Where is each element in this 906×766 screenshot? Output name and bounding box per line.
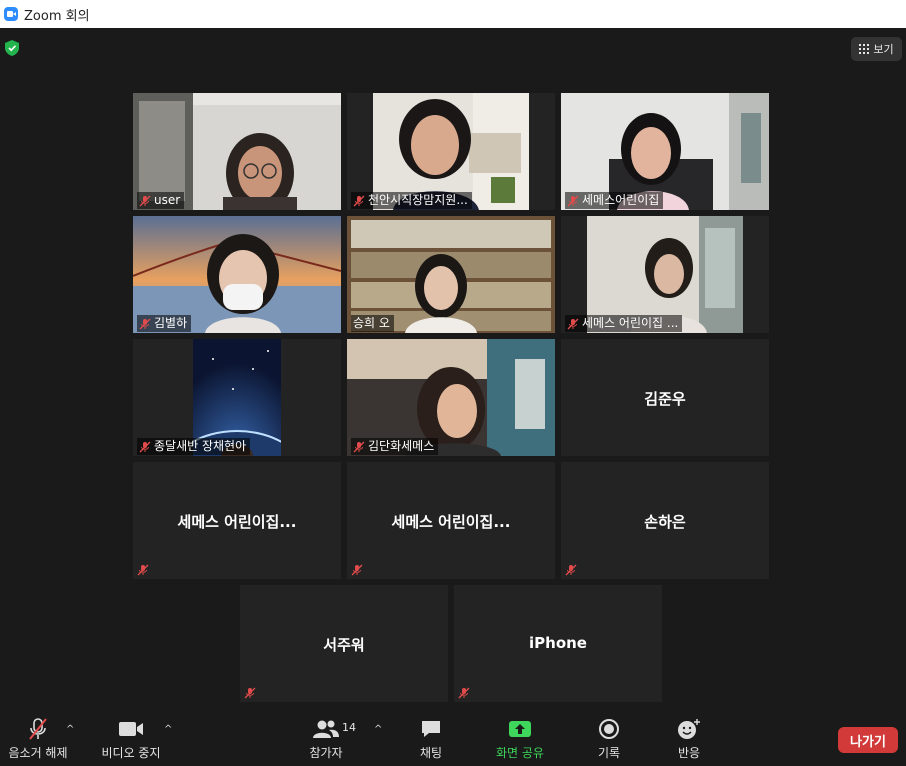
participant-name: 김단화세메스 (368, 439, 435, 453)
muted-mic-icon (139, 441, 151, 452)
participant-name: 종달새반 장채현아 (154, 439, 247, 453)
reactions-button[interactable]: 반응 (668, 714, 710, 766)
muted-mic-icon (565, 564, 577, 576)
participant-name: 세메스 어린이집... (177, 513, 297, 531)
participant-name: 세메스 어린이집... (391, 513, 511, 531)
participants-icon (313, 720, 339, 738)
record-label: 기록 (597, 746, 621, 760)
title-bar: Zoom 회의 (0, 0, 906, 28)
participant-tile[interactable]: 김단화세메스 (347, 339, 555, 456)
participant-tile[interactable]: 세메스 어린이집... (347, 462, 555, 579)
participant-name: 천안시직장맘지원... (368, 193, 468, 207)
participant-name-tag: 승희 오 (351, 315, 394, 332)
window-title: Zoom 회의 (24, 8, 90, 24)
muted-mic-icon (29, 718, 47, 740)
participant-tile[interactable]: iPhone (454, 585, 662, 702)
participant-tile[interactable]: 종달새반 장채현아 (133, 339, 341, 456)
stop-video-label: 비디오 중지 (101, 746, 161, 760)
participant-name: 승희 오 (353, 316, 390, 330)
participant-name: 서주워 (323, 636, 365, 654)
participant-tile[interactable]: 김준우 (561, 339, 769, 456)
view-button[interactable]: 보기 (851, 37, 902, 61)
participants-label: 참가자 (309, 746, 343, 760)
share-screen-button[interactable]: 화면 공유 (490, 714, 550, 766)
unmute-label: 음소거 해제 (8, 746, 68, 760)
reactions-label: 반응 (677, 746, 701, 760)
participant-count: 14 (342, 721, 356, 734)
participant-name-tag: 김단화세메스 (351, 438, 439, 455)
muted-mic-icon (137, 564, 149, 576)
participant-tile[interactable]: 손하은 (561, 462, 769, 579)
participant-name: 손하은 (644, 513, 686, 531)
participant-tile[interactable]: 서주워 (240, 585, 448, 702)
participant-name-tag: 천안시직장맘지원... (351, 192, 472, 209)
participants-options-caret-icon[interactable]: ^ (374, 724, 382, 735)
participant-name-tag: 세메스 어린이집 ... (565, 315, 683, 332)
muted-mic-icon (353, 195, 365, 206)
stop-video-button[interactable]: 비디오 중지 (96, 714, 166, 766)
muted-mic-icon (567, 195, 579, 206)
muted-mic-icon (244, 687, 256, 699)
record-icon (599, 719, 619, 739)
grid-view-icon (859, 44, 870, 54)
chat-bubble-icon (422, 721, 440, 737)
video-options-caret-icon[interactable]: ^ (164, 724, 172, 735)
participant-tile[interactable]: 김별하 (133, 216, 341, 333)
muted-mic-icon (353, 441, 365, 452)
participant-name-tag: 종달새반 장채현아 (137, 438, 251, 455)
participant-name: 세메스 어린이집 ... (582, 316, 679, 330)
reaction-smiley-icon (678, 719, 700, 739)
zoom-logo-icon (4, 7, 18, 21)
participant-tile[interactable]: user (133, 93, 341, 210)
participant-name: 세메스어린이집 (582, 193, 660, 207)
share-screen-label: 화면 공유 (496, 746, 544, 760)
participant-name: user (154, 193, 181, 207)
participant-tile[interactable]: 세메스 어린이집... (133, 462, 341, 579)
security-shield-icon[interactable] (5, 40, 19, 56)
participant-name: 김별하 (154, 316, 188, 330)
participant-tile-active-speaker[interactable]: 승희 오 (347, 216, 555, 333)
chat-label: 채팅 (419, 746, 443, 760)
muted-mic-icon (139, 195, 151, 206)
zoom-meeting-window: Zoom 회의 보기 user 천안시직장맘지원... 세메스어린이집 김별하 … (0, 0, 906, 766)
participant-tile[interactable]: 세메스 어린이집 ... (561, 216, 769, 333)
leave-meeting-button[interactable]: 나가기 (838, 727, 898, 753)
participant-name: 김준우 (644, 390, 686, 408)
unmute-button[interactable]: 음소거 해제 (6, 714, 70, 766)
participant-name: iPhone (529, 634, 587, 652)
participant-name-tag: 김별하 (137, 315, 192, 332)
video-camera-icon (119, 722, 143, 736)
share-screen-icon (509, 721, 531, 737)
chat-button[interactable]: 채팅 (408, 714, 454, 766)
muted-mic-icon (458, 687, 470, 699)
participant-tile[interactable]: 세메스어린이집 (561, 93, 769, 210)
participant-name-tag: 세메스어린이집 (565, 192, 664, 209)
participant-tile[interactable]: 천안시직장맘지원... (347, 93, 555, 210)
muted-mic-icon (139, 318, 151, 329)
muted-mic-icon (567, 318, 579, 329)
audio-options-caret-icon[interactable]: ^ (66, 724, 74, 735)
record-button[interactable]: 기록 (588, 714, 630, 766)
muted-mic-icon (351, 564, 363, 576)
view-button-label: 보기 (873, 43, 894, 56)
meeting-toolbar: 음소거 해제 ^ 비디오 중지 ^ 참가자 14 ^ 채팅 화면 공유 기록 반… (0, 714, 906, 766)
participant-name-tag: user (137, 192, 185, 209)
